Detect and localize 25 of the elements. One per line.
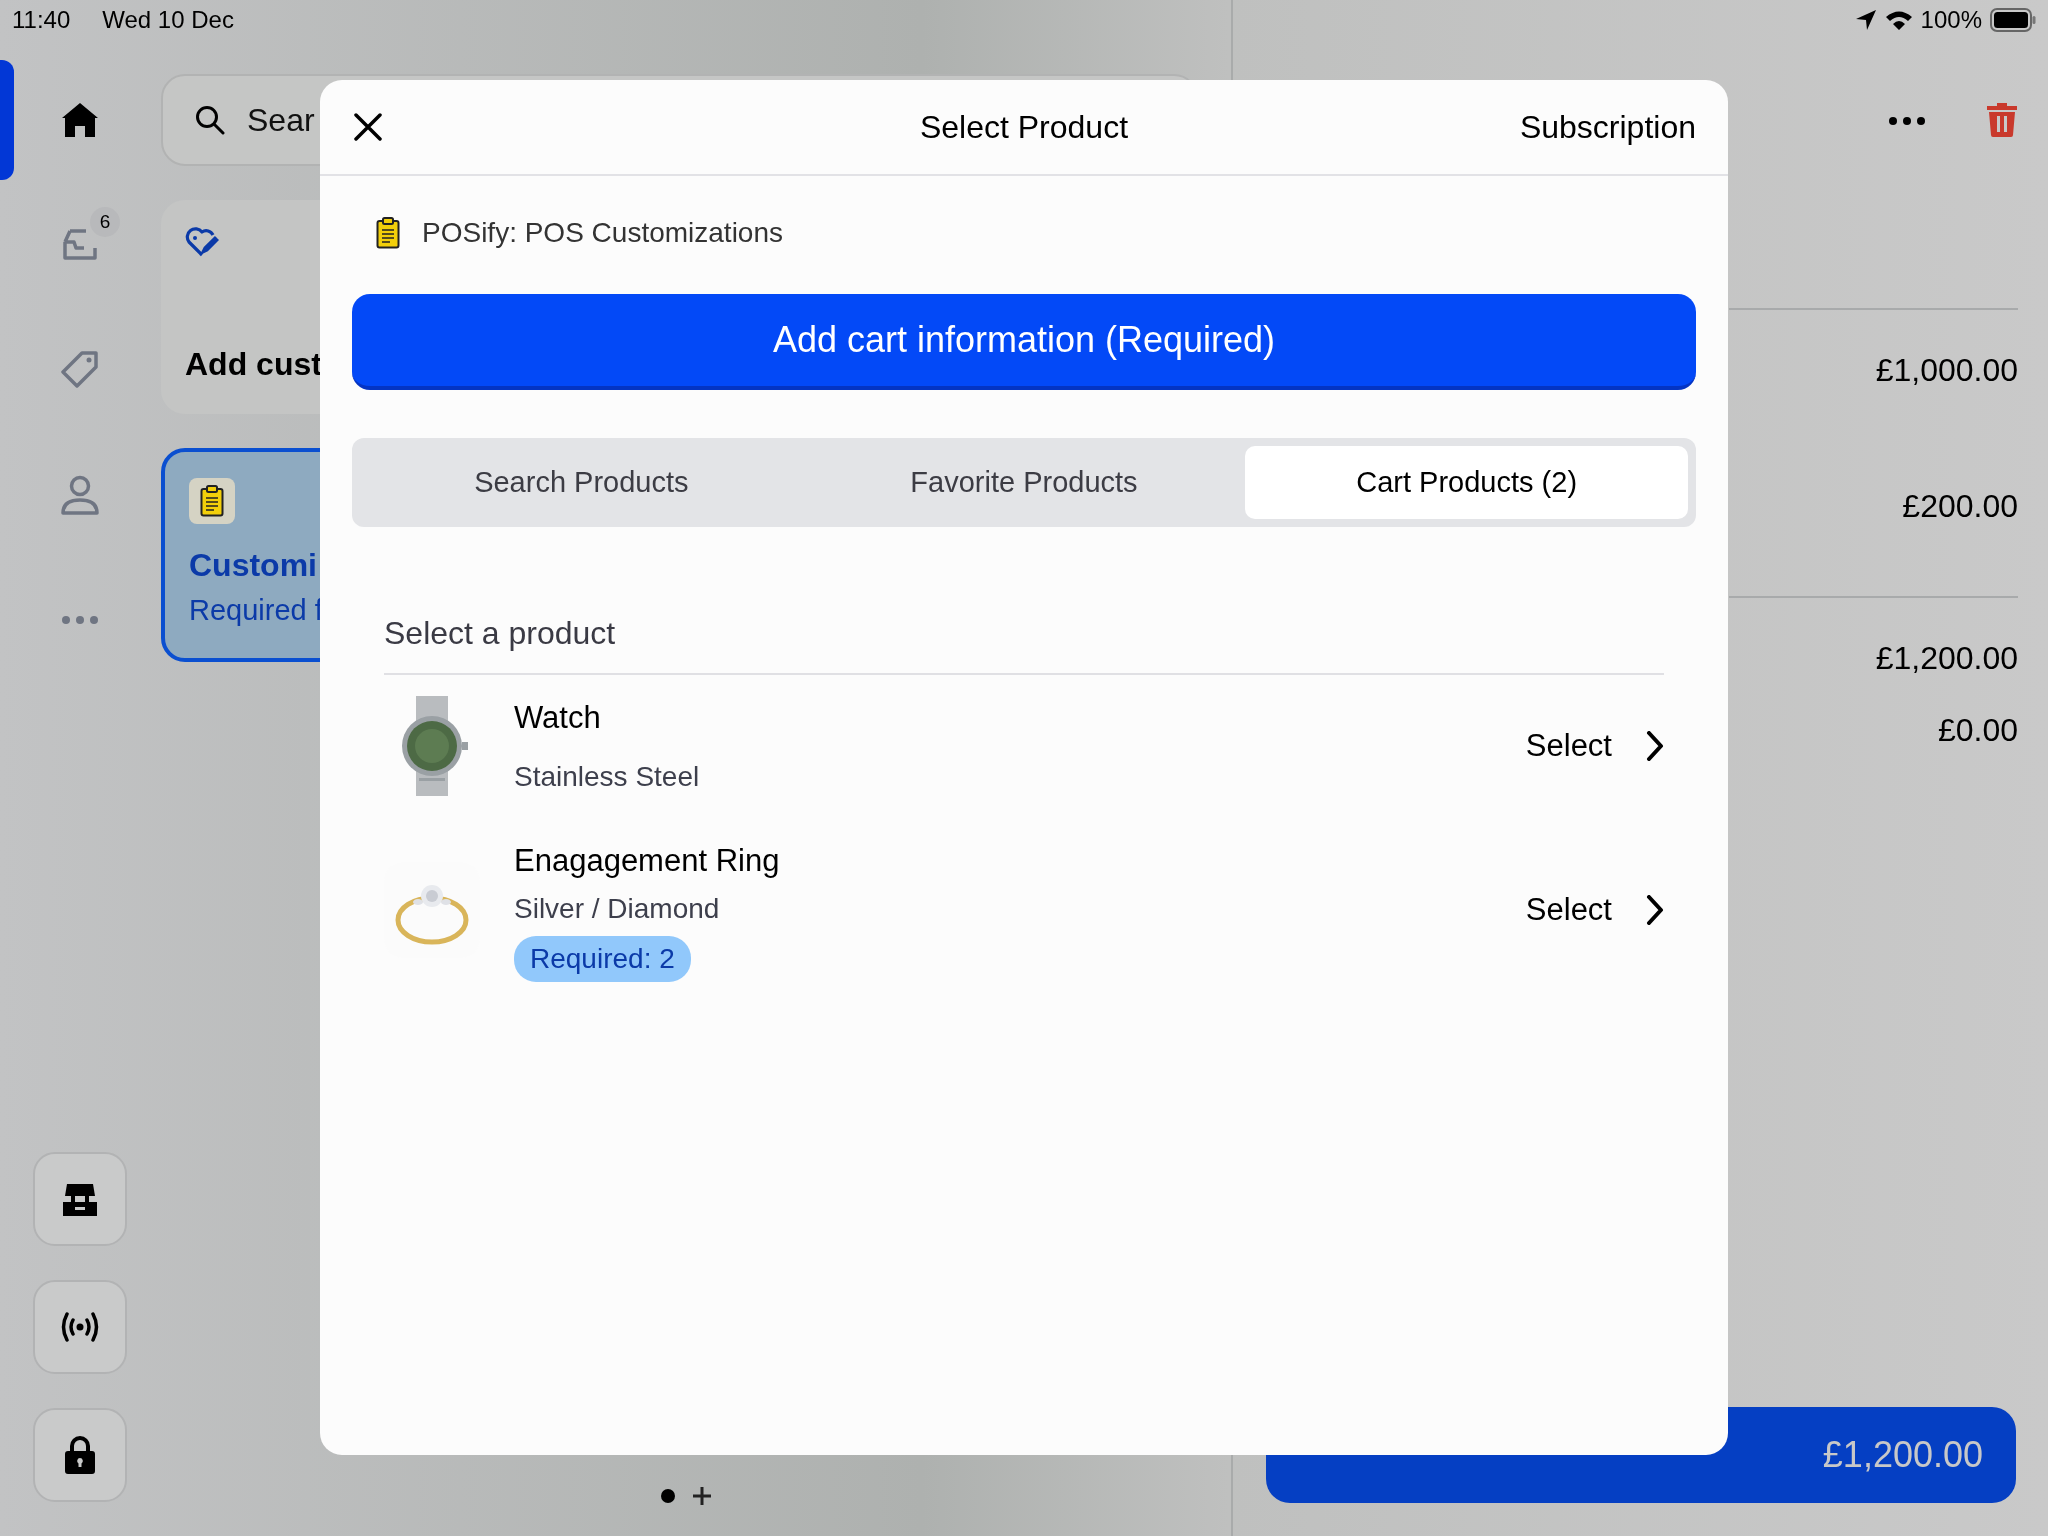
amount-value: £1,200.00 bbox=[1875, 639, 2018, 678]
battery-percent: 100% bbox=[1920, 5, 1982, 35]
notification-badge: 6 bbox=[90, 207, 120, 237]
product-name: Watch bbox=[514, 699, 602, 737]
select-button[interactable]: Select bbox=[1525, 886, 1664, 933]
amount-value: £200.00 bbox=[1902, 487, 2018, 526]
add-cart-info-button[interactable]: Add cart information (Required) bbox=[352, 294, 1696, 390]
tab[interactable]: Search Products bbox=[360, 446, 803, 519]
required-tag: Required: 2 bbox=[514, 936, 691, 982]
product-variant: Stainless Steel bbox=[514, 759, 700, 794]
status-date: Wed 10 Dec bbox=[102, 5, 234, 35]
card-title: Customi bbox=[189, 545, 318, 585]
select-button[interactable]: Select bbox=[1525, 723, 1664, 770]
section-title: Select a product bbox=[384, 609, 1664, 675]
tab[interactable]: Favorite Products bbox=[802, 446, 1246, 519]
inbox-tab[interactable]: 6 bbox=[40, 205, 120, 285]
status-time: 11:40 bbox=[12, 5, 71, 35]
amount-value: £0.00 bbox=[1937, 711, 2018, 750]
app-name: POSify: POS Customizations bbox=[422, 216, 783, 250]
tab[interactable]: Cart Products (2) bbox=[1245, 446, 1688, 519]
subscription-link[interactable]: Subscription bbox=[1519, 103, 1696, 151]
modal-title: Select Product bbox=[919, 109, 1129, 145]
product-variant: Silver / Diamond bbox=[514, 892, 721, 926]
product-name: Enagagement Ring bbox=[514, 841, 780, 880]
amount-value: £1,000.00 bbox=[1875, 351, 2018, 390]
